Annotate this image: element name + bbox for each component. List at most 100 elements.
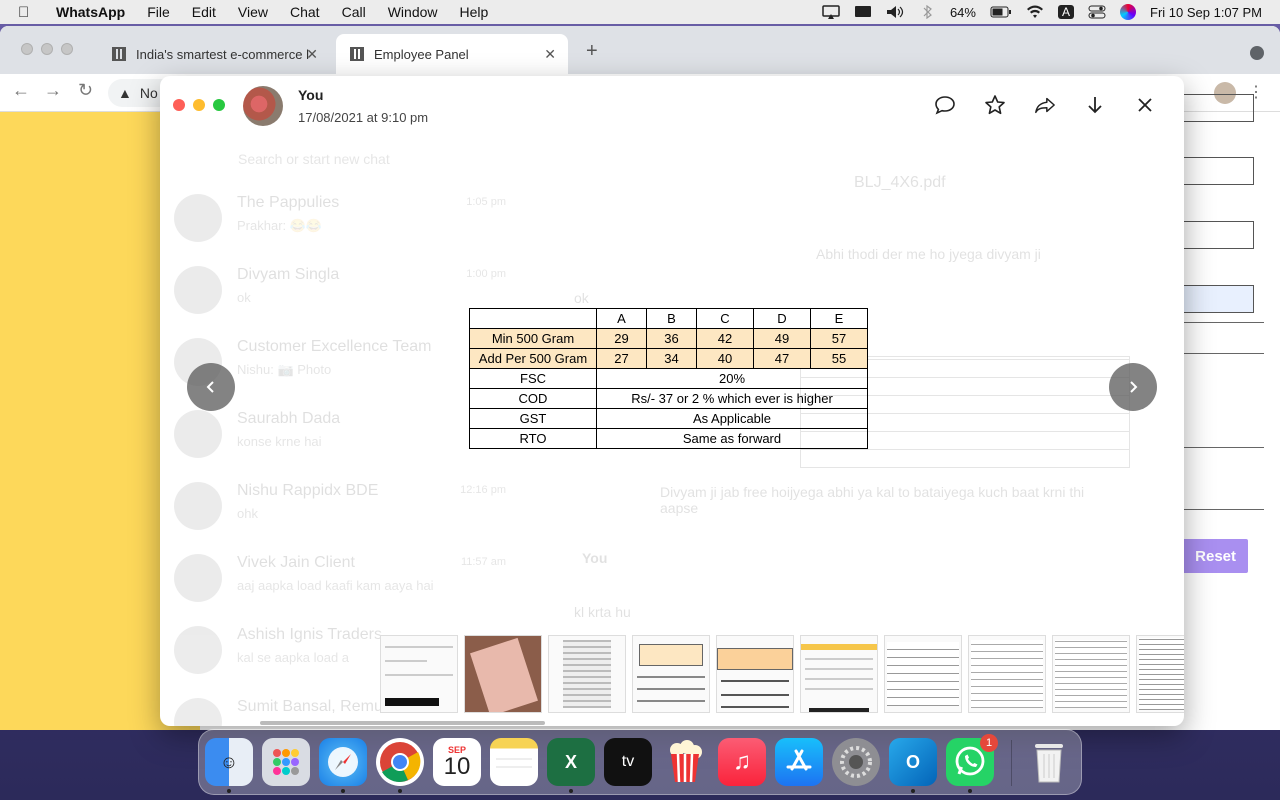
safari-icon[interactable] bbox=[319, 738, 367, 786]
tab-close-icon[interactable]: ✕ bbox=[544, 46, 556, 63]
music-icon[interactable]: ♫ bbox=[718, 738, 766, 786]
form-field-3[interactable] bbox=[1184, 221, 1254, 249]
outlook-icon[interactable]: O bbox=[889, 738, 937, 786]
close-icon[interactable] bbox=[1134, 94, 1156, 116]
form-field-2[interactable] bbox=[1184, 157, 1254, 185]
table-cell: Rs/- 37 or 2 % which ever is higher bbox=[596, 388, 868, 409]
menu-edit[interactable]: Edit bbox=[192, 4, 216, 20]
media-thumbnail[interactable] bbox=[548, 635, 626, 713]
menu-chat[interactable]: Chat bbox=[290, 4, 320, 20]
ghost-chat-item: Saurabh Dada konse krne hai bbox=[174, 404, 514, 464]
tab-ecommerce[interactable]: India's smartest e-commerce l ✕ bbox=[98, 34, 330, 74]
forward-icon[interactable] bbox=[1034, 94, 1056, 116]
media-viewer: Search or start new chat The Pappulies Pr… bbox=[160, 76, 1184, 726]
browser-window-controls bbox=[21, 43, 73, 55]
previous-media-button[interactable] bbox=[187, 363, 235, 411]
screen-mirror-icon[interactable] bbox=[822, 5, 840, 19]
tab-employee-panel[interactable]: Employee Panel ✕ bbox=[336, 34, 568, 74]
new-tab-icon[interactable]: + bbox=[586, 40, 598, 63]
trash-icon[interactable] bbox=[1025, 738, 1073, 786]
star-icon[interactable] bbox=[984, 94, 1006, 116]
battery-icon[interactable] bbox=[990, 5, 1012, 19]
form-field-1[interactable] bbox=[1184, 94, 1254, 122]
media-thumbnail[interactable] bbox=[884, 635, 962, 713]
control-center-icon[interactable] bbox=[1088, 5, 1106, 19]
menu-clock[interactable]: Fri 10 Sep 1:07 PM bbox=[1150, 5, 1262, 20]
menu-file[interactable]: File bbox=[147, 4, 170, 20]
table-row-label: FSC bbox=[469, 368, 597, 389]
menu-help[interactable]: Help bbox=[460, 4, 489, 20]
form-field-4[interactable] bbox=[1184, 285, 1254, 313]
system-preferences-icon[interactable] bbox=[832, 738, 880, 786]
table-cell: 47 bbox=[753, 348, 811, 369]
reset-button[interactable]: Reset bbox=[1176, 539, 1248, 573]
thumbnail-scrollbar[interactable] bbox=[260, 721, 545, 725]
menu-window[interactable]: Window bbox=[388, 4, 438, 20]
table-header-cell: D bbox=[753, 308, 811, 329]
media-thumbnail[interactable] bbox=[1052, 635, 1130, 713]
warning-icon: ▲ bbox=[118, 85, 132, 101]
viewer-zoom-light[interactable] bbox=[213, 99, 225, 111]
media-thumbnail[interactable] bbox=[632, 635, 710, 713]
download-icon[interactable] bbox=[1084, 94, 1106, 116]
display-icon[interactable] bbox=[854, 5, 872, 19]
bluetooth-icon[interactable] bbox=[918, 5, 936, 19]
back-arrow-icon[interactable]: ← bbox=[12, 80, 30, 101]
next-media-button[interactable] bbox=[1109, 363, 1157, 411]
volume-icon[interactable] bbox=[886, 5, 904, 19]
media-thumbnail[interactable] bbox=[800, 635, 878, 713]
launchpad-icon[interactable] bbox=[262, 738, 310, 786]
table-cell: 55 bbox=[810, 348, 868, 369]
wifi-icon[interactable] bbox=[1026, 5, 1044, 19]
table-cell: As Applicable bbox=[596, 408, 868, 429]
app-store-icon[interactable] bbox=[775, 738, 823, 786]
finder-icon[interactable]: ☺ bbox=[205, 738, 253, 786]
chevron-right-icon bbox=[1130, 381, 1138, 393]
menu-view[interactable]: View bbox=[238, 4, 268, 20]
media-thumbnail[interactable] bbox=[464, 635, 542, 713]
reply-icon[interactable] bbox=[934, 94, 956, 116]
table-row: FSC 20% bbox=[469, 368, 868, 389]
table-header-cell: E bbox=[810, 308, 868, 329]
chrome-icon[interactable] bbox=[376, 738, 424, 786]
calendar-day: 10 bbox=[443, 753, 471, 780]
table-cell: 49 bbox=[753, 328, 811, 349]
apple-tv-icon[interactable]: tv bbox=[604, 738, 652, 786]
tab-strip: India's smartest e-commerce l ✕ Employee… bbox=[0, 26, 1280, 74]
calendar-icon[interactable]: SEP 10 bbox=[433, 738, 481, 786]
tab-search-icon[interactable] bbox=[1250, 46, 1264, 60]
media-thumbnail[interactable] bbox=[1136, 635, 1184, 713]
siri-icon[interactable] bbox=[1120, 4, 1136, 20]
viewer-minimize-light[interactable] bbox=[193, 99, 205, 111]
media-thumbnail[interactable] bbox=[380, 635, 458, 713]
table-cell: 57 bbox=[810, 328, 868, 349]
menu-app-name[interactable]: WhatsApp bbox=[56, 4, 125, 20]
menu-call[interactable]: Call bbox=[342, 4, 366, 20]
table-cell: 27 bbox=[596, 348, 647, 369]
whatsapp-icon[interactable]: 1 bbox=[946, 734, 998, 786]
form-divider bbox=[1184, 447, 1264, 448]
ghost-message: kl krta hu bbox=[574, 604, 631, 620]
browser-close-button[interactable] bbox=[21, 43, 33, 55]
table-row: RTO Same as forward bbox=[469, 428, 868, 449]
browser-minimize-button[interactable] bbox=[41, 43, 53, 55]
popcorn-time-icon[interactable] bbox=[661, 738, 709, 786]
ghost-message: Divyam ji jab free hoijyega abhi ya kal … bbox=[660, 484, 1085, 516]
table-row: GST As Applicable bbox=[469, 408, 868, 429]
dock: ☺ SEP 10 X tv ♫ O 1 bbox=[198, 729, 1082, 795]
media-thumbnail[interactable] bbox=[968, 635, 1046, 713]
forward-arrow-icon[interactable]: → bbox=[44, 80, 62, 101]
browser-zoom-button[interactable] bbox=[61, 43, 73, 55]
input-source-indicator[interactable]: A bbox=[1057, 5, 1074, 19]
reload-icon[interactable]: ↻ bbox=[78, 80, 93, 101]
media-thumbnail[interactable] bbox=[716, 635, 794, 713]
excel-icon[interactable]: X bbox=[547, 738, 595, 786]
table-row: COD Rs/- 37 or 2 % which ever is higher bbox=[469, 388, 868, 409]
sender-name: You bbox=[298, 87, 324, 103]
notes-icon[interactable] bbox=[490, 738, 538, 786]
status-area: 64% A Fri 10 Sep 1:07 PM bbox=[822, 0, 1262, 24]
apple-icon[interactable]:  bbox=[18, 4, 36, 21]
viewer-close-light[interactable] bbox=[173, 99, 185, 111]
tab-close-icon[interactable]: ✕ bbox=[306, 46, 318, 63]
sender-avatar[interactable] bbox=[243, 86, 283, 126]
